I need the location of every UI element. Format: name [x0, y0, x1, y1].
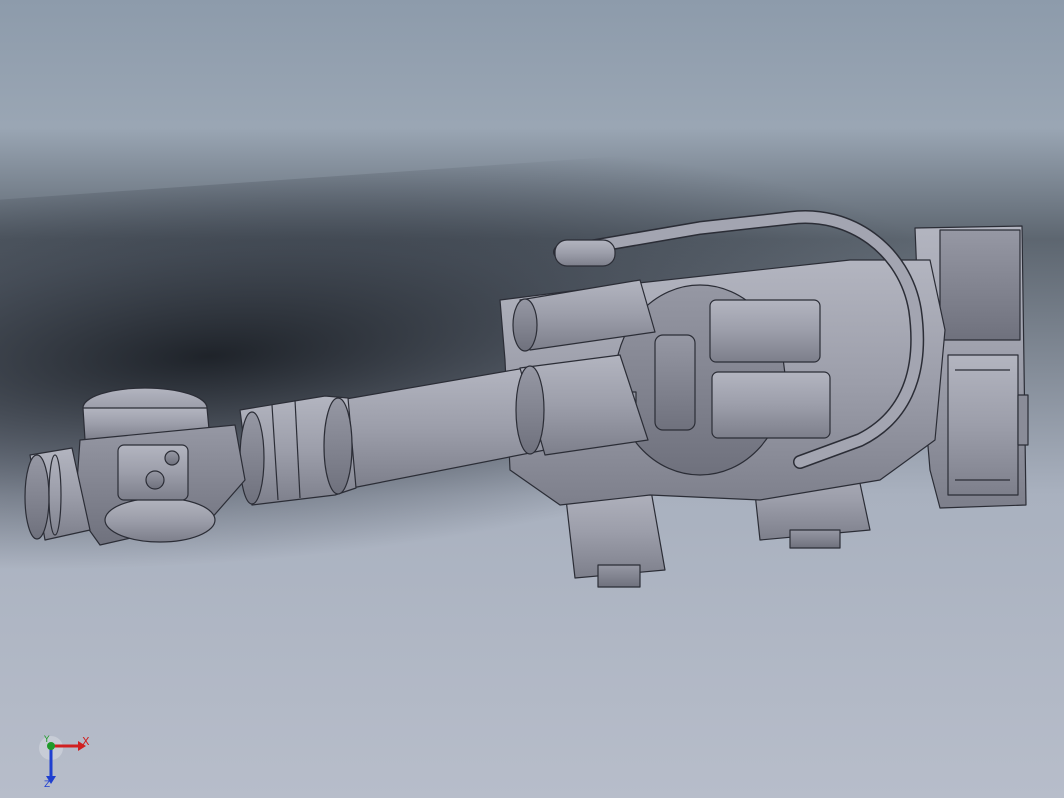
- robot-arm-model[interactable]: [0, 0, 1064, 798]
- elbow-flange[interactable]: [239, 395, 357, 506]
- z-axis-label: Z: [44, 780, 51, 790]
- wrist-assembly[interactable]: [74, 387, 246, 546]
- y-axis-label: Y: [44, 735, 50, 745]
- graphics-viewport[interactable]: X Y Z: [0, 0, 1064, 798]
- x-axis-label: X: [82, 735, 90, 748]
